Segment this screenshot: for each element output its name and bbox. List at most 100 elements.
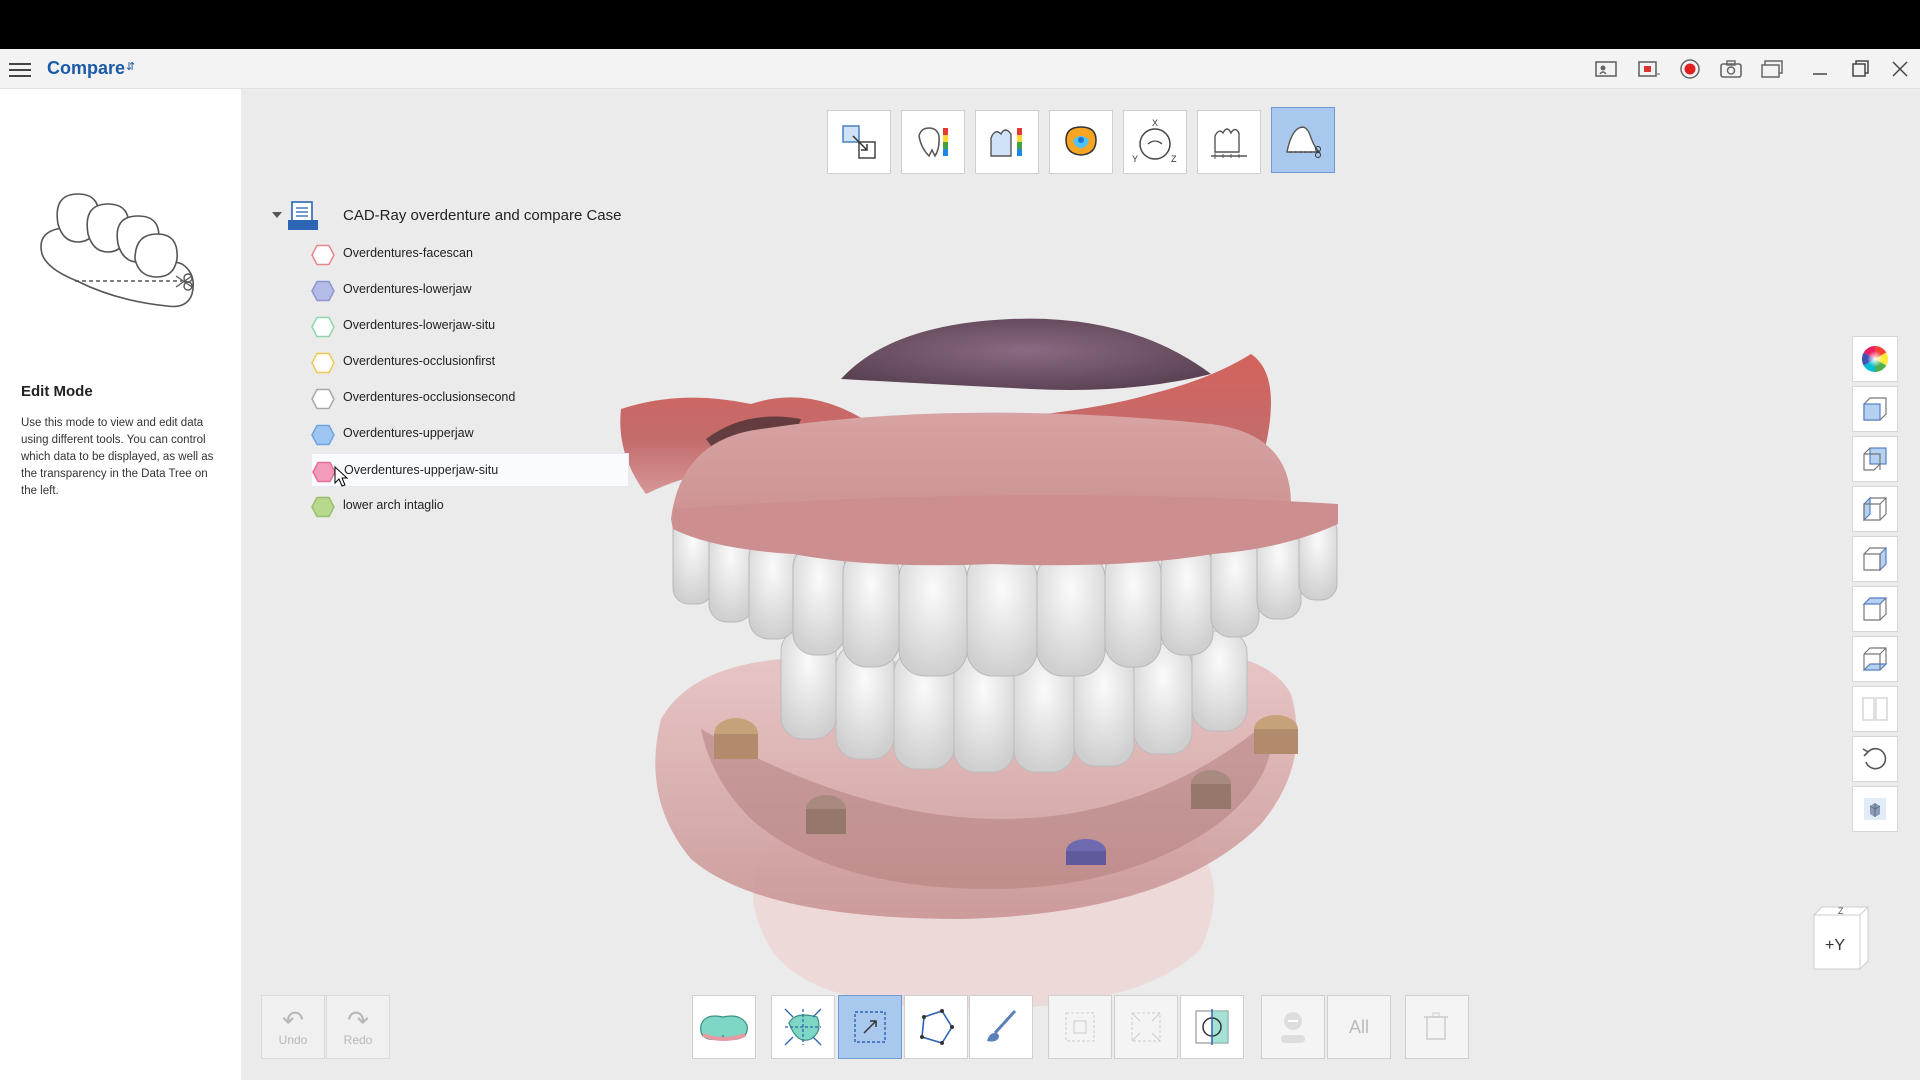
select-all-button[interactable]: All: [1327, 995, 1391, 1059]
redo-icon: ↷: [347, 1005, 369, 1035]
top-black-bar: [0, 0, 1920, 49]
color-wheel-button[interactable]: [1852, 336, 1898, 382]
rectangle-select-button[interactable]: [838, 995, 902, 1059]
tree-item-label: Overdentures-facescan: [343, 246, 473, 260]
color-wheel-icon: [1861, 345, 1889, 373]
tree-item[interactable]: Overdentures-facescan: [311, 237, 629, 271]
orientation-cube[interactable]: Z +Y: [1810, 905, 1872, 971]
view-left-icon: [1863, 496, 1887, 522]
tree-item-label: Overdentures-lowerjaw-situ: [343, 318, 496, 332]
align-tool-button[interactable]: [827, 110, 891, 174]
align-tool-icon: [842, 125, 876, 159]
measure-tool-icon: [1211, 128, 1247, 159]
undo-button[interactable]: ↶ Undo: [261, 995, 325, 1059]
tree-item-label: Overdentures-lowerjaw: [343, 282, 472, 296]
undo-icon: ↶: [282, 1005, 304, 1035]
view-front-icon: [1863, 397, 1887, 421]
visibility-hexagon-icon[interactable]: [312, 461, 336, 483]
mode-heading: Edit Mode: [21, 383, 93, 400]
reset-view-button[interactable]: [1852, 736, 1898, 782]
app-title: Compare: [47, 58, 126, 78]
hamburger-menu-icon[interactable]: [9, 59, 31, 79]
delete-selection-button[interactable]: [1405, 995, 1469, 1059]
view-back-button[interactable]: [1852, 436, 1898, 482]
deselect-off-button[interactable]: [1261, 995, 1325, 1059]
visibility-hexagon-icon[interactable]: [311, 244, 335, 266]
select-all-label: All: [1348, 1016, 1369, 1037]
cross-section-color-tool-button[interactable]: [975, 110, 1039, 174]
solid-view-button[interactable]: [1852, 786, 1898, 832]
tree-item[interactable]: Overdentures-occlusionfirst: [311, 345, 629, 379]
title-bar: Compare ⇵: [0, 49, 1920, 89]
redo-label: Redo: [343, 1033, 373, 1047]
visibility-hexagon-icon[interactable]: [311, 280, 335, 302]
deselect-off-icon: [1281, 1012, 1305, 1043]
visibility-hexagon-icon[interactable]: [311, 424, 335, 446]
redo-button[interactable]: ↷ Redo: [326, 995, 390, 1059]
tree-item[interactable]: Overdentures-lowerjaw-situ: [311, 309, 629, 343]
tree-item[interactable]: lower arch intaglio: [311, 489, 629, 523]
svg-text:X: X: [1152, 118, 1158, 128]
view-bottom-icon: [1862, 647, 1888, 671]
view-bottom-button[interactable]: [1852, 636, 1898, 682]
tree-item-label: Overdentures-occlusionsecond: [343, 390, 516, 404]
case-name: CAD-Ray overdenture and compare Case: [343, 207, 622, 224]
view-right-icon: [1863, 546, 1887, 572]
invert-selection-button[interactable]: [1048, 995, 1112, 1059]
restore-icon[interactable]: [1847, 57, 1873, 81]
collapse-caret-icon[interactable]: [270, 208, 284, 222]
undo-label: Undo: [278, 1033, 308, 1047]
split-view-button[interactable]: [1852, 686, 1898, 732]
tree-item[interactable]: Overdentures-upperjaw-situ: [311, 453, 629, 487]
jaw-select-button[interactable]: [692, 995, 756, 1059]
minimize-icon[interactable]: [1807, 57, 1833, 81]
occlusion-tool-button[interactable]: [1049, 110, 1113, 174]
measure-tool-button[interactable]: [1197, 110, 1261, 174]
delete-selection-icon: [1424, 1012, 1448, 1040]
occlusion-tool-icon: [1065, 126, 1097, 156]
tree-item-label: Overdentures-occlusionfirst: [343, 354, 496, 368]
split-view-icon: [1862, 697, 1888, 721]
jaw-select-icon: [700, 1015, 748, 1041]
visibility-hexagon-icon[interactable]: [311, 316, 335, 338]
svg-text:Y: Y: [1132, 154, 1138, 164]
view-left-button[interactable]: [1852, 486, 1898, 532]
select-through-icon: [784, 1008, 822, 1046]
close-icon[interactable]: [1887, 57, 1913, 81]
plane-cut-button[interactable]: [1180, 995, 1244, 1059]
screenshot-icon[interactable]: [1718, 57, 1744, 81]
edit-trim-tool-icon: [1286, 126, 1321, 158]
tree-item[interactable]: Overdentures-lowerjaw: [311, 273, 629, 307]
select-through-button[interactable]: [771, 995, 835, 1059]
visibility-hexagon-icon[interactable]: [311, 388, 335, 410]
polygon-select-button[interactable]: [904, 995, 968, 1059]
tree-item-label: Overdentures-upperjaw-situ: [344, 463, 499, 477]
edit-mode-illustration: [40, 193, 195, 308]
mouse-cursor-icon: [334, 466, 349, 487]
tree-item-label: lower arch intaglio: [343, 498, 444, 512]
window-mode-icon[interactable]: [1759, 57, 1785, 81]
deviation-map-tool-icon: [918, 127, 948, 158]
record-icon[interactable]: [1677, 57, 1703, 81]
visibility-hexagon-icon[interactable]: [311, 496, 335, 518]
view-right-button[interactable]: [1852, 536, 1898, 582]
expand-selection-button[interactable]: [1114, 995, 1178, 1059]
tree-item[interactable]: Overdentures-occlusionsecond: [311, 381, 629, 415]
brush-select-icon: [987, 1009, 1017, 1042]
dental-model-render[interactable]: [611, 259, 1401, 1019]
view-top-button[interactable]: [1852, 586, 1898, 632]
axis-tool-button[interactable]: X Y Z: [1123, 110, 1187, 174]
screen-record-area-icon[interactable]: [1636, 57, 1662, 81]
deviation-map-tool-button[interactable]: [901, 110, 965, 174]
view-top-icon: [1862, 597, 1888, 621]
expand-selection-icon: [1131, 1012, 1161, 1042]
brush-select-button[interactable]: [969, 995, 1033, 1059]
title-switch-icon[interactable]: ⇵: [126, 60, 135, 73]
plane-cut-icon: [1195, 1009, 1229, 1045]
tree-item[interactable]: Overdentures-upperjaw: [311, 417, 629, 451]
mode-description: Use this mode to view and edit data usin…: [21, 417, 214, 497]
visibility-hexagon-icon[interactable]: [311, 352, 335, 374]
edit-trim-tool-button[interactable]: [1271, 107, 1335, 173]
help-video-icon[interactable]: [1593, 57, 1619, 81]
view-front-button[interactable]: [1852, 386, 1898, 432]
